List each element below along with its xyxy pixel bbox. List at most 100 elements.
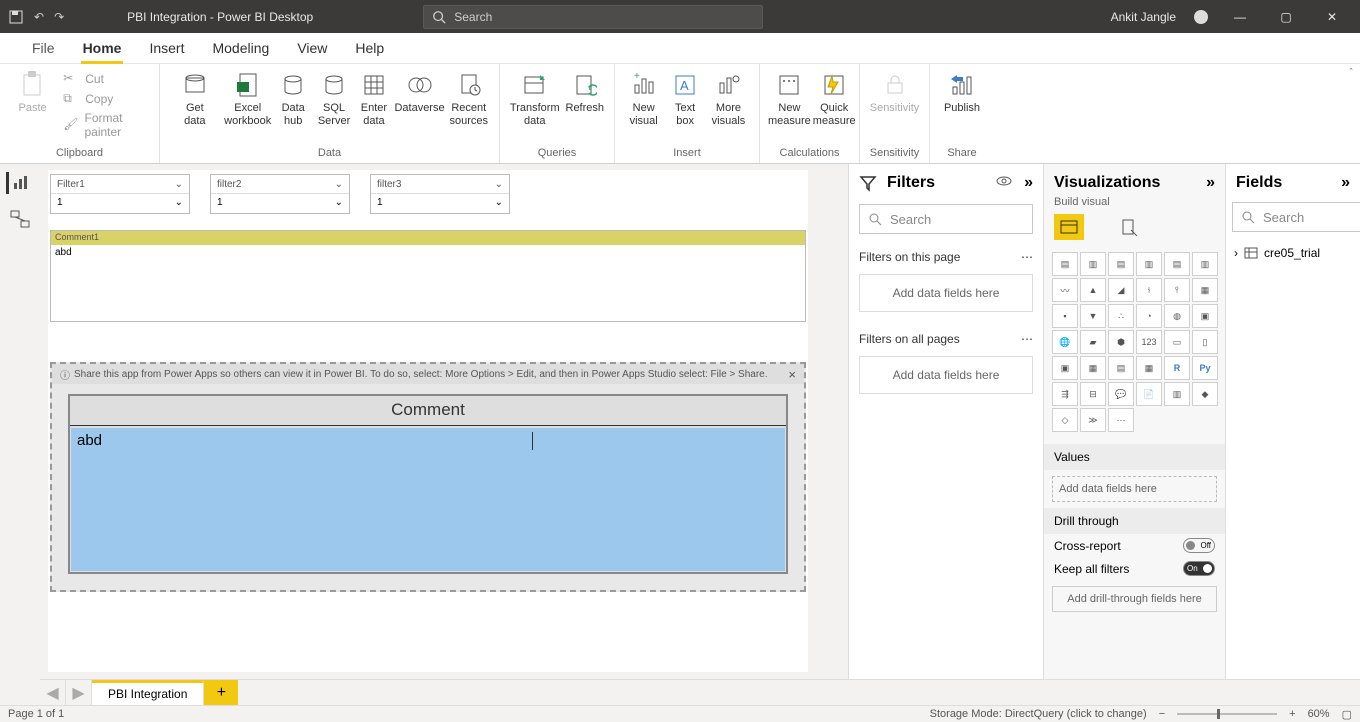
collapse-ribbon-icon[interactable]: ＾ xyxy=(1346,66,1356,81)
viz-filled-map[interactable]: ▰ xyxy=(1080,330,1106,354)
publish-button[interactable]: Publish xyxy=(938,68,986,115)
page-tab[interactable]: PBI Integration xyxy=(92,680,204,705)
table-item[interactable]: › cre05_trial xyxy=(1226,240,1360,266)
slicer-filter2[interactable]: filter2⌄ 1⌄ xyxy=(210,174,350,214)
tab-modeling[interactable]: Modeling xyxy=(198,33,283,63)
viz-stacked-bar[interactable]: ▤ xyxy=(1052,252,1078,276)
viz-more[interactable]: ⋯ xyxy=(1108,408,1134,432)
slicer-filter1[interactable]: Filter1⌄ 1⌄ xyxy=(50,174,190,214)
new-visual-button[interactable]: +New visual xyxy=(623,68,664,128)
viz-key-influencers[interactable]: ⇶ xyxy=(1052,382,1078,406)
keep-filters-toggle[interactable]: On xyxy=(1183,561,1215,576)
global-search[interactable]: Search xyxy=(423,5,763,29)
enter-data-button[interactable]: Enter data xyxy=(355,68,392,128)
text-box-button[interactable]: AText box xyxy=(666,68,704,128)
dataverse-button[interactable]: Dataverse xyxy=(394,68,444,115)
viz-table[interactable]: ▤ xyxy=(1108,356,1134,380)
comment-visual[interactable]: Comment1 abd xyxy=(50,230,806,322)
tab-insert[interactable]: Insert xyxy=(135,33,198,63)
zoom-slider[interactable] xyxy=(1177,713,1277,715)
viz-qa[interactable]: 💬 xyxy=(1108,382,1134,406)
viz-stacked-column[interactable]: ▥ xyxy=(1080,252,1106,276)
format-painter-button[interactable]: 🖌Format painter xyxy=(59,110,151,140)
viz-line-clustered[interactable]: ⫯ xyxy=(1164,278,1190,302)
zoom-level[interactable]: 60% xyxy=(1308,708,1330,720)
viz-gauge[interactable]: 123 xyxy=(1136,330,1162,354)
viz-decomp[interactable]: ⊟ xyxy=(1080,382,1106,406)
maximize-button[interactable]: ▢ xyxy=(1272,10,1300,24)
close-tip-icon[interactable]: × xyxy=(788,367,796,382)
viz-automate[interactable]: ◇ xyxy=(1052,408,1078,432)
drill-fields-drop[interactable]: Add drill-through fields here xyxy=(1052,586,1217,612)
more-icon[interactable]: ⋯ xyxy=(1021,332,1033,346)
more-visuals-button[interactable]: More visuals xyxy=(706,68,751,128)
viz-clustered-column[interactable]: ▥ xyxy=(1136,252,1162,276)
redo-icon[interactable]: ↷ xyxy=(54,10,64,24)
viz-narrative[interactable]: 📄 xyxy=(1136,382,1162,406)
filters-page-drop[interactable]: Add data fields here xyxy=(859,274,1033,312)
viz-scatter[interactable]: ∴ xyxy=(1108,304,1134,328)
viz-values-drop[interactable]: Add data fields here xyxy=(1052,476,1217,502)
viz-funnel[interactable]: ▼ xyxy=(1080,304,1106,328)
collapse-pane-icon[interactable]: » xyxy=(1341,174,1350,192)
viz-area[interactable]: ▲ xyxy=(1080,278,1106,302)
viz-line-column[interactable]: ⫮ xyxy=(1136,278,1162,302)
viz-slicer[interactable]: ▦ xyxy=(1080,356,1106,380)
chevron-down-icon[interactable]: ⌄ xyxy=(335,197,343,208)
powerapps-visual[interactable]: ⓘ Share this app from Power Apps so othe… xyxy=(50,362,806,592)
eye-icon[interactable] xyxy=(996,174,1012,192)
slicer-filter3[interactable]: filter3⌄ 1⌄ xyxy=(370,174,510,214)
format-visual-mode[interactable] xyxy=(1114,214,1144,240)
chevron-down-icon[interactable]: ⌄ xyxy=(495,197,503,208)
minimize-button[interactable]: — xyxy=(1226,10,1254,24)
cut-button[interactable]: ✂Cut xyxy=(59,70,151,88)
paste-button[interactable]: Paste xyxy=(8,68,57,115)
tab-home[interactable]: Home xyxy=(69,33,136,63)
build-visual-mode[interactable] xyxy=(1054,214,1084,240)
chevron-down-icon[interactable]: ⌄ xyxy=(175,197,183,208)
report-view-button[interactable] xyxy=(6,172,32,194)
chevron-down-icon[interactable]: ⌄ xyxy=(495,179,503,190)
more-icon[interactable]: ⋯ xyxy=(1021,250,1033,264)
save-icon[interactable] xyxy=(8,9,24,25)
model-view-button[interactable] xyxy=(7,208,33,230)
copy-button[interactable]: ⧉Copy xyxy=(59,90,151,108)
page-prev[interactable]: ◀ xyxy=(40,680,66,705)
cross-report-toggle[interactable]: Off xyxy=(1183,538,1215,553)
viz-multi-card[interactable]: ▯ xyxy=(1192,330,1218,354)
chevron-down-icon[interactable]: ⌄ xyxy=(335,179,343,190)
viz-card[interactable]: ▭ xyxy=(1164,330,1190,354)
viz-pie[interactable]: ◔ xyxy=(1136,304,1162,328)
zoom-out[interactable]: − xyxy=(1159,708,1165,720)
new-measure-button[interactable]: New measure xyxy=(768,68,811,128)
viz-r[interactable]: R xyxy=(1164,356,1190,380)
collapse-pane-icon[interactable]: » xyxy=(1024,174,1033,192)
undo-icon[interactable]: ↶ xyxy=(34,10,44,24)
transform-data-button[interactable]: Transform data xyxy=(508,68,562,128)
close-button[interactable]: ✕ xyxy=(1318,10,1346,24)
sensitivity-button[interactable]: Sensitivity xyxy=(868,68,921,115)
filters-search[interactable]: Search xyxy=(859,204,1033,234)
viz-waterfall[interactable]: ▪ xyxy=(1052,304,1078,328)
viz-treemap[interactable]: ▣ xyxy=(1192,304,1218,328)
data-hub-button[interactable]: Data hub xyxy=(274,68,313,128)
recent-sources-button[interactable]: Recent sources xyxy=(447,68,491,128)
viz-100-column[interactable]: ▥ xyxy=(1192,252,1218,276)
zoom-in[interactable]: + xyxy=(1289,708,1295,720)
viz-ribbon[interactable]: ▦ xyxy=(1192,278,1218,302)
add-page-button[interactable]: + xyxy=(204,680,238,705)
fields-search[interactable]: Search xyxy=(1232,202,1360,232)
filters-all-drop[interactable]: Add data fields here xyxy=(859,356,1033,394)
viz-line[interactable]: 〰 xyxy=(1052,278,1078,302)
quick-measure-button[interactable]: Quick measure xyxy=(813,68,856,128)
refresh-button[interactable]: Refresh xyxy=(564,68,606,115)
tab-file[interactable]: File xyxy=(18,33,69,63)
get-data-button[interactable]: Get data xyxy=(168,68,222,128)
excel-button[interactable]: Excel workbook xyxy=(224,68,272,128)
viz-donut[interactable]: ◍ xyxy=(1164,304,1190,328)
comment-text-input[interactable]: abd xyxy=(71,428,785,571)
viz-py[interactable]: Py xyxy=(1192,356,1218,380)
viz-map[interactable]: 🌐 xyxy=(1052,330,1078,354)
sql-server-button[interactable]: SQL Server xyxy=(315,68,354,128)
report-canvas[interactable]: Filter1⌄ 1⌄ filter2⌄ 1⌄ filter3⌄ 1⌄ Comm… xyxy=(48,170,808,672)
